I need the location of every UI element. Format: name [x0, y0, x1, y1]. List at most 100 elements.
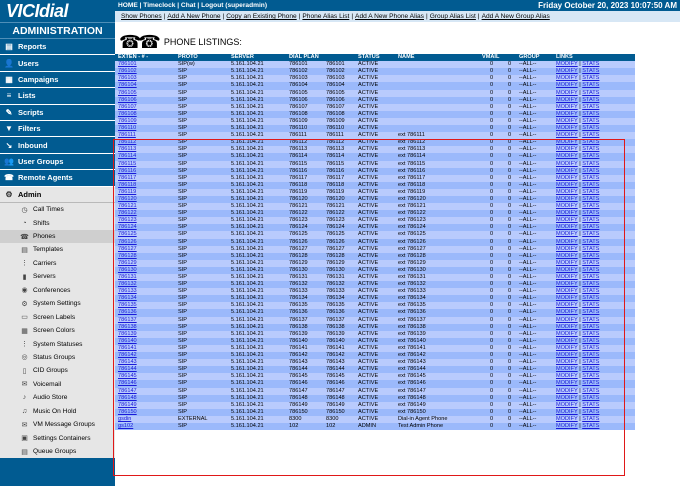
- cell-exten[interactable]: 786150: [115, 409, 175, 416]
- submenu-item-screen-labels[interactable]: ▭ Screen Labels: [0, 310, 115, 323]
- submenu-item-settings-containers[interactable]: ▣ Settings Containers: [0, 431, 115, 444]
- modify-link[interactable]: MODIFY: [556, 224, 578, 230]
- cell-exten[interactable]: 786141: [115, 345, 175, 352]
- modify-link[interactable]: MODIFY: [556, 274, 578, 280]
- menu-item-users[interactable]: 👤 Users: [0, 55, 115, 72]
- stats-link[interactable]: STATS: [582, 97, 599, 103]
- cell-exten[interactable]: 786140: [115, 338, 175, 345]
- stats-link[interactable]: STATS: [582, 302, 599, 308]
- modify-link[interactable]: MODIFY: [556, 416, 578, 422]
- modify-link[interactable]: MODIFY: [556, 153, 578, 159]
- modify-link[interactable]: MODIFY: [556, 111, 578, 117]
- modify-link[interactable]: MODIFY: [556, 75, 578, 81]
- cell-exten[interactable]: 786148: [115, 395, 175, 402]
- stats-link[interactable]: STATS: [582, 402, 599, 408]
- cell-exten[interactable]: 786132: [115, 281, 175, 288]
- modify-link[interactable]: MODIFY: [556, 231, 578, 237]
- cell-exten[interactable]: 786101: [115, 61, 175, 68]
- cell-exten[interactable]: 786143: [115, 359, 175, 366]
- stats-link[interactable]: STATS: [582, 295, 599, 301]
- subnav-link-copy-an-existing-phone[interactable]: Copy an Existing Phone: [226, 13, 296, 20]
- cell-exten[interactable]: 786128: [115, 253, 175, 260]
- submenu-item-call-times[interactable]: ◷ Call Times: [0, 203, 115, 216]
- stats-link[interactable]: STATS: [582, 224, 599, 230]
- menu-item-admin[interactable]: ⚙ Admin: [0, 186, 115, 203]
- submenu-item-screen-colors[interactable]: ▦ Screen Colors: [0, 324, 115, 337]
- menu-item-lists[interactable]: ≡ Lists: [0, 88, 115, 105]
- stats-link[interactable]: STATS: [582, 161, 599, 167]
- modify-link[interactable]: MODIFY: [556, 317, 578, 323]
- modify-link[interactable]: MODIFY: [556, 82, 578, 88]
- stats-link[interactable]: STATS: [582, 132, 599, 138]
- stats-link[interactable]: STATS: [582, 409, 599, 415]
- modify-link[interactable]: MODIFY: [556, 423, 578, 429]
- modify-link[interactable]: MODIFY: [556, 302, 578, 308]
- stats-link[interactable]: STATS: [582, 111, 599, 117]
- cell-exten[interactable]: 786118: [115, 182, 175, 189]
- stats-link[interactable]: STATS: [582, 104, 599, 110]
- cell-exten[interactable]: 786106: [115, 97, 175, 104]
- stats-link[interactable]: STATS: [582, 267, 599, 273]
- cell-exten[interactable]: 786127: [115, 246, 175, 253]
- modify-link[interactable]: MODIFY: [556, 203, 578, 209]
- modify-link[interactable]: MODIFY: [556, 217, 578, 223]
- submenu-item-servers[interactable]: ▮ Servers: [0, 270, 115, 283]
- stats-link[interactable]: STATS: [582, 359, 599, 365]
- cell-exten[interactable]: 786123: [115, 217, 175, 224]
- header-group[interactable]: GROUP: [516, 54, 554, 61]
- modify-link[interactable]: MODIFY: [556, 295, 578, 301]
- cell-exten[interactable]: 786114: [115, 153, 175, 160]
- submenu-item-conferences[interactable]: ◉ Conferences: [0, 284, 115, 297]
- top-links[interactable]: HOME | Timeclock | Chat | Logout (supera…: [118, 2, 267, 9]
- modify-link[interactable]: MODIFY: [556, 90, 578, 96]
- submenu-item-audio-store[interactable]: ♪ Audio Store: [0, 391, 115, 404]
- cell-exten[interactable]: 786147: [115, 388, 175, 395]
- submenu-item-music-on-hold[interactable]: ♫ Music On Hold: [0, 404, 115, 417]
- modify-link[interactable]: MODIFY: [556, 352, 578, 358]
- cell-exten[interactable]: 786129: [115, 260, 175, 267]
- stats-link[interactable]: STATS: [582, 196, 599, 202]
- submenu-item-carriers[interactable]: ⋮ Carriers: [0, 257, 115, 270]
- modify-link[interactable]: MODIFY: [556, 246, 578, 252]
- subnav-link-add-a-new-phone[interactable]: Add A New Phone: [167, 13, 220, 20]
- stats-link[interactable]: STATS: [582, 317, 599, 323]
- stats-link[interactable]: STATS: [582, 68, 599, 74]
- stats-link[interactable]: STATS: [582, 125, 599, 131]
- modify-link[interactable]: MODIFY: [556, 388, 578, 394]
- menu-item-reports[interactable]: ▤ Reports: [0, 39, 115, 56]
- submenu-item-vm-message-groups[interactable]: ✉ VM Message Groups: [0, 418, 115, 431]
- modify-link[interactable]: MODIFY: [556, 168, 578, 174]
- modify-link[interactable]: MODIFY: [556, 267, 578, 273]
- cell-exten[interactable]: 786103: [115, 75, 175, 82]
- cell-exten[interactable]: 786133: [115, 288, 175, 295]
- stats-link[interactable]: STATS: [582, 168, 599, 174]
- cell-exten[interactable]: 786135: [115, 302, 175, 309]
- stats-link[interactable]: STATS: [582, 175, 599, 181]
- cell-exten[interactable]: 786134: [115, 295, 175, 302]
- menu-item-filters[interactable]: ▼ Filters: [0, 120, 115, 138]
- stats-link[interactable]: STATS: [582, 246, 599, 252]
- modify-link[interactable]: MODIFY: [556, 331, 578, 337]
- stats-link[interactable]: STATS: [582, 182, 599, 188]
- stats-link[interactable]: STATS: [582, 260, 599, 266]
- stats-link[interactable]: STATS: [582, 309, 599, 315]
- stats-link[interactable]: STATS: [582, 423, 599, 429]
- subnav-link-phone-alias-list[interactable]: Phone Alias List: [302, 13, 349, 20]
- cell-exten[interactable]: 786120: [115, 196, 175, 203]
- modify-link[interactable]: MODIFY: [556, 104, 578, 110]
- cell-exten[interactable]: 786138: [115, 324, 175, 331]
- modify-link[interactable]: MODIFY: [556, 380, 578, 386]
- stats-link[interactable]: STATS: [582, 139, 599, 145]
- stats-link[interactable]: STATS: [582, 82, 599, 88]
- submenu-item-voicemail[interactable]: ✉ Voicemail: [0, 378, 115, 391]
- cell-exten[interactable]: 786102: [115, 68, 175, 75]
- stats-link[interactable]: STATS: [582, 288, 599, 294]
- submenu-item-cid-groups[interactable]: ▯ CID Groups: [0, 364, 115, 377]
- modify-link[interactable]: MODIFY: [556, 253, 578, 259]
- cell-exten[interactable]: 786149: [115, 402, 175, 409]
- modify-link[interactable]: MODIFY: [556, 395, 578, 401]
- stats-link[interactable]: STATS: [582, 352, 599, 358]
- cell-exten[interactable]: 786117: [115, 175, 175, 182]
- modify-link[interactable]: MODIFY: [556, 309, 578, 315]
- cell-exten[interactable]: 786105: [115, 90, 175, 97]
